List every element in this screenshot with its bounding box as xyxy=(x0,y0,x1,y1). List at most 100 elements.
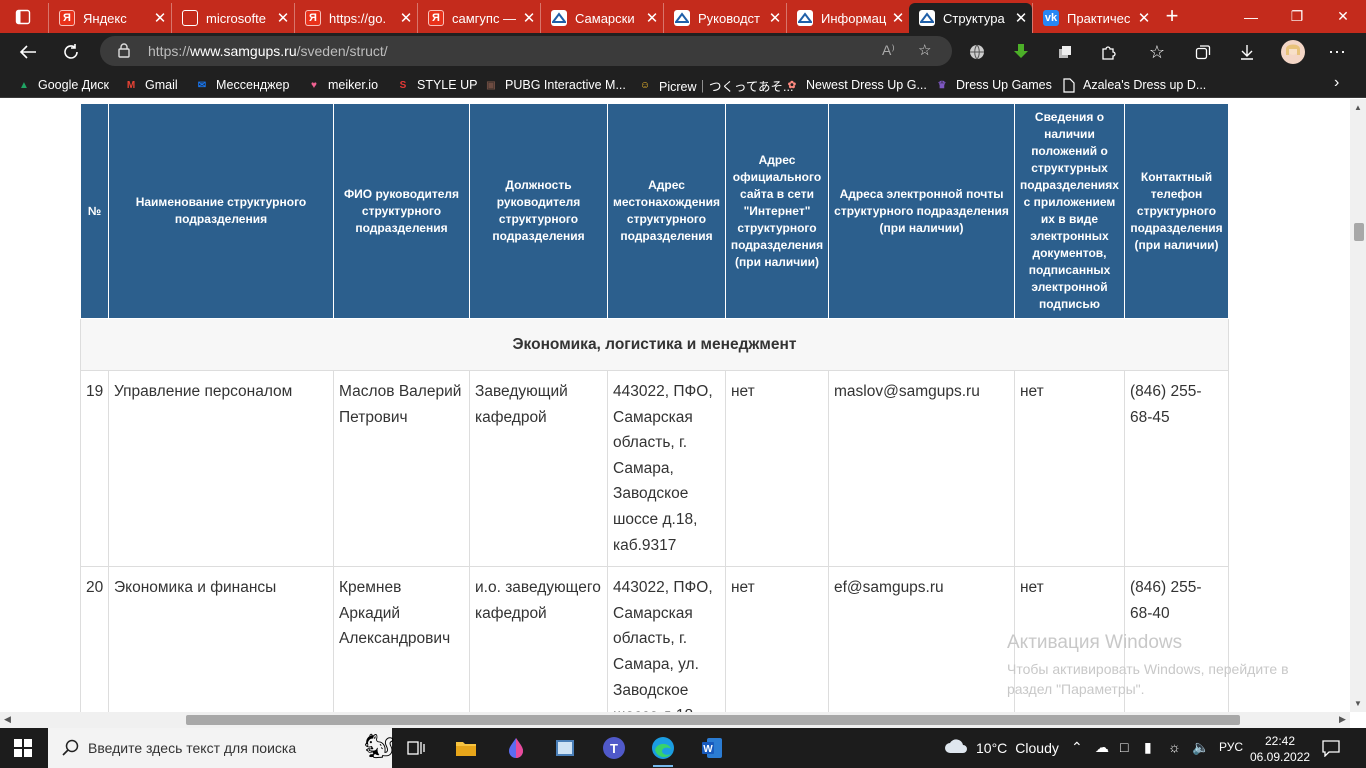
scroll-right-arrow-icon[interactable]: ▶ xyxy=(1339,714,1346,725)
close-tab-icon[interactable]: ✕ xyxy=(641,9,663,27)
browser-tab[interactable]: Информац ✕ xyxy=(786,3,909,33)
close-tab-icon[interactable]: ✕ xyxy=(272,9,294,27)
download-extension-icon[interactable] xyxy=(1006,37,1036,67)
browser-tab[interactable]: Яhttps://go. ✕ xyxy=(294,3,417,33)
header-site: Адрес официального сайта в сети "Интерне… xyxy=(725,103,829,319)
bookmark-item[interactable]: ▲ Google Диск xyxy=(16,76,109,94)
bookmark-item[interactable]: S STYLE UP xyxy=(395,76,478,94)
weather-widget[interactable]: 10°C Cloudy xyxy=(944,738,1059,757)
windows-start-icon[interactable] xyxy=(14,739,32,762)
tab-actions-icon[interactable] xyxy=(0,0,46,33)
file-explorer-icon[interactable] xyxy=(450,732,482,764)
close-tab-icon[interactable]: ✕ xyxy=(1133,9,1155,27)
downloads-icon[interactable] xyxy=(1232,37,1262,67)
page-viewport: № Наименование структурного подразделени… xyxy=(0,99,1350,712)
horizontal-scroll-thumb[interactable] xyxy=(186,715,1240,725)
gmail-icon: M xyxy=(126,79,136,91)
close-tab-icon[interactable]: ✕ xyxy=(149,9,171,27)
bookmark-label: Мессенджер xyxy=(216,78,290,92)
back-arrow-icon[interactable] xyxy=(13,37,43,67)
volume-icon[interactable]: 🔈 xyxy=(1192,739,1209,756)
photos-app-icon[interactable] xyxy=(549,732,581,764)
new-tab-button[interactable]: + xyxy=(1160,4,1184,30)
word-icon[interactable]: W xyxy=(696,732,728,764)
unit-name: Управление персоналом xyxy=(108,369,334,568)
scroll-down-arrow-icon[interactable]: ▼ xyxy=(1354,699,1362,708)
browser-tab[interactable]: Я Яндекс ✕ xyxy=(48,3,171,33)
scroll-left-arrow-icon[interactable]: ◀ xyxy=(4,714,11,725)
profile-avatar[interactable] xyxy=(1278,37,1308,67)
close-tab-icon[interactable]: ✕ xyxy=(887,9,909,27)
bookmark-label: Picrew｜つくってあそ... xyxy=(659,79,794,94)
url-text[interactable]: https://www.samgups.ru/sveden/struct/ xyxy=(148,43,388,59)
vertical-scrollbar[interactable]: ▲ ▼ xyxy=(1350,99,1366,712)
scroll-up-arrow-icon[interactable]: ▲ xyxy=(1354,103,1362,112)
system-clock[interactable]: 22:42 06.09.2022 xyxy=(1250,733,1310,765)
bookmark-item[interactable]: ☺ Picrew｜つくってあそ... xyxy=(637,76,794,94)
close-tab-icon[interactable]: ✕ xyxy=(518,9,540,27)
bookmark-item[interactable]: ✉ Мессенджер xyxy=(194,76,290,94)
windows-activation-watermark: Активация Windows Чтобы активировать Win… xyxy=(1007,632,1289,699)
notification-center-icon[interactable] xyxy=(1322,739,1340,762)
unit-email[interactable]: ef@samgups.ru xyxy=(828,566,1015,712)
taskbar-search-input[interactable]: Введите здесь текст для поиска 🐿 xyxy=(48,728,394,768)
browser-tab[interactable]: Руководст ✕ xyxy=(663,3,786,33)
collections-icon[interactable] xyxy=(1188,37,1218,67)
search-highlight-squirrel-icon[interactable]: 🐿 xyxy=(364,732,394,761)
browser-tab[interactable]: Ясамгупс — ✕ xyxy=(417,3,540,33)
browser-tab[interactable]: Структура ✕ xyxy=(909,3,1032,33)
tab-title: https://go. xyxy=(329,10,387,26)
read-aloud-icon[interactable]: A⁾ xyxy=(882,42,895,59)
show-hidden-icons-chevron-icon[interactable]: ⌃ xyxy=(1071,739,1083,756)
microsoft-icon xyxy=(182,10,198,26)
extension-globe-icon[interactable] xyxy=(962,37,992,67)
bookmark-label: STYLE UP xyxy=(417,78,478,92)
header-address: Адрес местонахождения структурного подра… xyxy=(607,103,726,319)
clock-time: 22:42 xyxy=(1264,734,1296,748)
close-window-button[interactable]: ✕ xyxy=(1320,0,1366,33)
close-tab-icon[interactable]: ✕ xyxy=(395,9,417,27)
settings-more-icon[interactable]: ⋯ xyxy=(1322,37,1352,67)
onedrive-error-icon[interactable]: ☁ xyxy=(1095,739,1109,756)
bookmarks-more-chevron-icon[interactable]: › xyxy=(1334,74,1339,92)
address-bar[interactable]: https://www.samgups.ru/sveden/struct/ A⁾… xyxy=(100,36,952,66)
bookmark-item[interactable]: ▣ PUBG Interactive M... xyxy=(483,76,626,94)
horizontal-scrollbar[interactable]: ◀ ▶ xyxy=(0,712,1350,728)
vk-icon: vk xyxy=(1043,10,1059,26)
paint-drop-app-icon[interactable] xyxy=(500,732,532,764)
bookmark-item[interactable]: ♛ Dress Up Games xyxy=(934,76,1052,94)
header-phone: Контактный телефон структурного подразде… xyxy=(1124,103,1229,319)
input-language-indicator[interactable]: РУС xyxy=(1219,740,1243,754)
task-view-icon[interactable] xyxy=(400,732,432,764)
battery-icon[interactable]: ▮ xyxy=(1144,739,1152,756)
restore-button[interactable]: ❐ xyxy=(1274,0,1320,33)
extensions-puzzle-icon[interactable] xyxy=(1094,37,1124,67)
bookmark-item[interactable]: ✿ Newest Dress Up G... xyxy=(784,76,927,94)
favorites-icon[interactable]: ☆ xyxy=(1142,37,1172,67)
meet-now-icon[interactable]: □ xyxy=(1120,739,1128,755)
close-tab-icon[interactable]: ✕ xyxy=(764,9,786,27)
bookmark-label: Newest Dress Up G... xyxy=(806,78,927,92)
bookmark-item[interactable]: M Gmail xyxy=(123,76,178,94)
unit-address: 443022, ПФО, Самарская область, г. Самар… xyxy=(607,369,726,568)
unit-site: нет xyxy=(725,566,829,712)
unit-email[interactable]: maslov@samgups.ru xyxy=(828,369,1015,568)
bookmark-item[interactable]: Azalea's Dress up D... xyxy=(1061,76,1206,94)
windows-taskbar: Введите здесь текст для поиска 🐿 T W 10°… xyxy=(0,728,1366,768)
svg-text:T: T xyxy=(610,741,618,756)
refresh-icon[interactable] xyxy=(56,37,86,67)
collections-ext-icon[interactable] xyxy=(1050,37,1080,67)
wifi-icon[interactable]: ☼ xyxy=(1168,739,1181,755)
close-tab-icon[interactable]: ✕ xyxy=(1010,9,1032,27)
browser-tab[interactable]: microsofte ✕ xyxy=(171,3,294,33)
lock-icon[interactable] xyxy=(118,43,130,63)
browser-tab[interactable]: vk Практичес ✕ xyxy=(1032,3,1155,33)
bookmark-item[interactable]: ♥ meiker.io xyxy=(306,76,378,94)
add-favorite-icon[interactable]: ☆ xyxy=(918,41,931,59)
row-number: 19 xyxy=(80,369,109,568)
browser-tab[interactable]: Самарски ✕ xyxy=(540,3,663,33)
teams-icon[interactable]: T xyxy=(598,732,630,764)
vertical-scroll-thumb[interactable] xyxy=(1354,223,1364,241)
edge-browser-icon[interactable] xyxy=(647,732,679,767)
minimize-button[interactable]: — xyxy=(1228,0,1274,33)
